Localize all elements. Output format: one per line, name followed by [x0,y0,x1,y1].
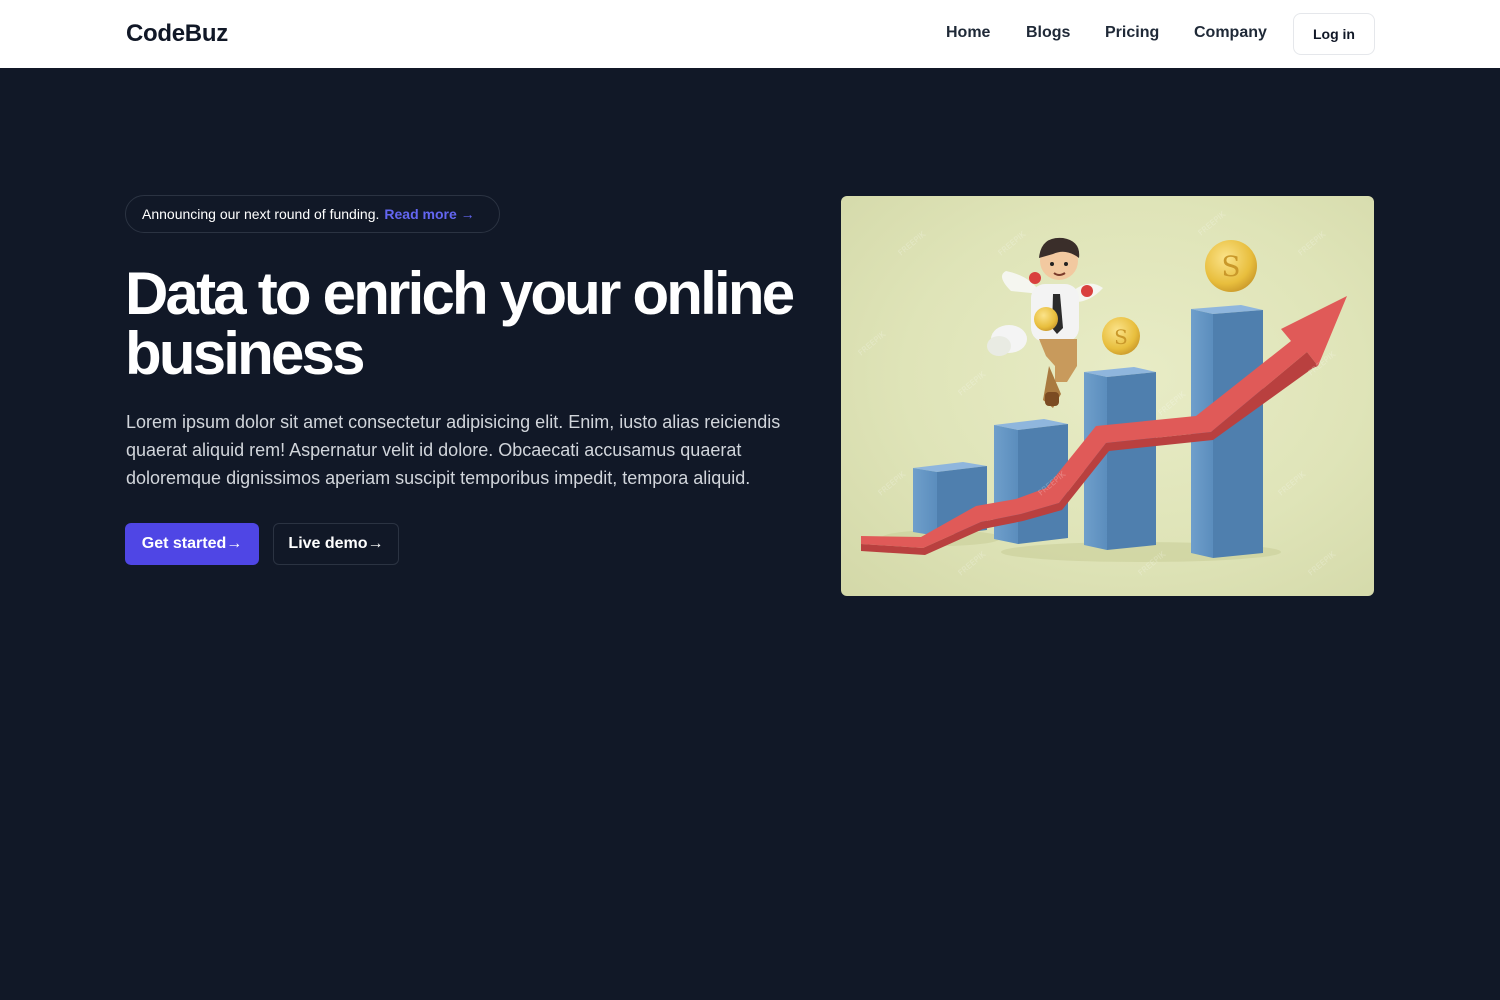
svg-text:FREEPIK: FREEPIK [857,329,888,357]
nav-link-pricing[interactable]: Pricing [1105,24,1159,42]
hero-description: Lorem ipsum dolor sit amet consectetur a… [126,412,781,488]
svg-text:FREEPIK: FREEPIK [1277,469,1308,497]
announcement-text: Announcing our next round of funding. [142,206,380,222]
get-started-button[interactable]: Get started→ [125,523,259,565]
svg-text:FREEPIK: FREEPIK [957,549,988,577]
headline-line-1: Data to enrich your online [125,260,795,327]
nav-link-company[interactable]: Company [1194,24,1267,42]
brand-logo[interactable]: CodeBuz [126,20,228,48]
read-more-link[interactable]: Read more → [384,206,474,222]
live-demo-button[interactable]: Live demo→ [273,523,399,565]
hero-illustration: S S FREEPIK FREEPIK FREEPIK FREEPIK FREE… [841,196,1374,596]
svg-text:FREEPIK: FREEPIK [1197,209,1228,237]
svg-text:FREEPIK: FREEPIK [897,229,928,257]
svg-text:FREEPIK: FREEPIK [1157,389,1188,417]
top-navbar: CodeBuz Home Blogs Pricing Company Log i… [0,0,1500,68]
nav-link-home[interactable]: Home [946,24,990,42]
svg-text:FREEPIK: FREEPIK [997,229,1028,257]
svg-text:FREEPIK: FREEPIK [1297,229,1328,257]
svg-text:S: S [1221,250,1240,283]
svg-text:FREEPIK: FREEPIK [877,469,908,497]
hero-headline: Data to enrich your online business [125,264,825,384]
announcement-pill: Announcing our next round of funding. Re… [125,195,500,233]
headline-line-2: business [125,320,366,387]
svg-text:S: S [1114,325,1128,349]
svg-text:FREEPIK: FREEPIK [1307,549,1338,577]
svg-text:FREEPIK: FREEPIK [957,369,988,397]
login-button[interactable]: Log in [1293,13,1375,55]
growth-chart-illustration-icon: S S FREEPIK FREEPIK FREEPIK FREEPIK FREE… [857,209,1347,578]
nav-link-blogs[interactable]: Blogs [1026,24,1070,42]
